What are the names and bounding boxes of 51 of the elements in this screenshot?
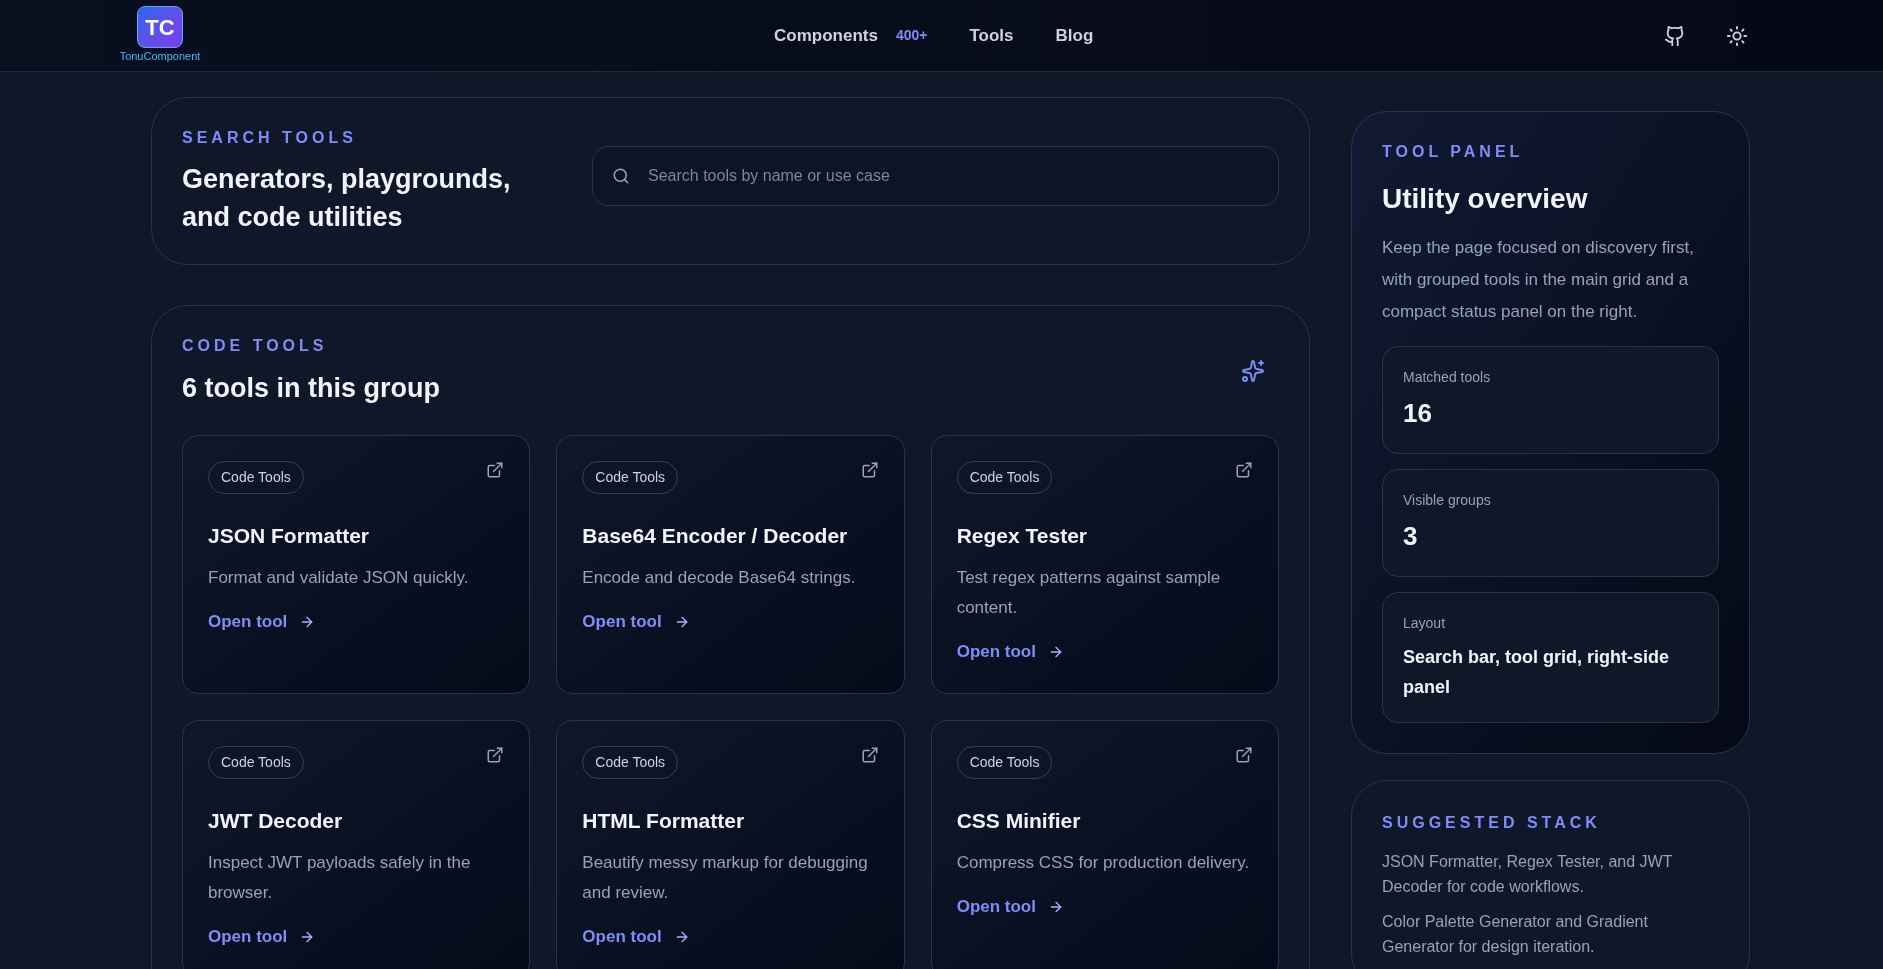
external-link-icon[interactable] — [1235, 460, 1253, 479]
external-link-icon[interactable] — [486, 745, 505, 764]
github-icon[interactable] — [1664, 24, 1686, 47]
stat-value: 3 — [1403, 520, 1419, 553]
external-link-icon[interactable] — [860, 460, 879, 479]
tool-title: HTML Formatter — [582, 807, 746, 834]
tool-title: CSS Minifier — [956, 807, 1082, 834]
stat-value: 16 — [1403, 397, 1433, 430]
tool-title: JWT Decoder — [208, 807, 344, 834]
section-label: TOOL PANEL — [1382, 142, 1525, 162]
suggestion-text: Color Palette Generator and Gradient Generator for design iteration. — [1382, 912, 1649, 957]
tool-description: Encode and decode Base64 strings. — [582, 567, 857, 589]
stat-value: Search bar, tool grid, right-side panel — [1403, 646, 1671, 699]
open-tool-link[interactable]: Open tool — [582, 924, 690, 950]
tool-description: Inspect JWT payloads safely in the browser. — [208, 852, 472, 904]
open-tool-link[interactable]: Open tool — [208, 924, 316, 950]
nav-link[interactable]: Tools — [969, 22, 1014, 49]
panel-description: Keep the page focused on discovery first, with grouped tools in the main grid and a compact status panel on the right. — [1382, 237, 1695, 323]
stat-label: Layout — [1403, 614, 1447, 633]
sparkles-icon — [1241, 359, 1265, 384]
tool-title: JSON Formatter — [208, 522, 371, 549]
logo-text: TonuComponent — [119, 49, 201, 65]
open-tool-link[interactable]: Open tool — [956, 639, 1064, 665]
external-link-icon[interactable] — [1235, 745, 1253, 764]
tool-title: Base64 Encoder / Decoder — [582, 522, 849, 549]
tool-description: Format and validate JSON quickly. — [208, 567, 470, 589]
tool-description: Compress CSS for production delivery. — [956, 852, 1251, 874]
tool-description: Beautify messy markup for debugging and review. — [582, 852, 869, 904]
search-icon — [612, 167, 630, 185]
search-field[interactable]: Search tools by name or use case — [592, 146, 1279, 206]
theme-toggle-icon[interactable] — [1726, 24, 1748, 47]
open-tool-link[interactable]: Open tool — [956, 894, 1064, 920]
section-title: 6 tools in this group — [182, 372, 440, 405]
count-label: 400+ — [895, 26, 928, 45]
external-link-icon[interactable] — [486, 460, 505, 479]
logo-mark[interactable]: TC — [137, 6, 183, 49]
tool-description: Test regex patterns against sample content. — [956, 567, 1222, 619]
open-tool-link[interactable]: Open tool — [208, 609, 316, 635]
open-tool-link[interactable]: Open tool — [582, 609, 690, 635]
section-label: SUGGESTED STACK — [1382, 813, 1602, 833]
stat-label: Matched tools — [1403, 368, 1492, 387]
panel-title: Utility overview — [1382, 182, 1589, 216]
external-link-icon[interactable] — [860, 745, 879, 764]
section-title: Generators, playgrounds, and code utilities — [182, 163, 512, 234]
nav-link[interactable]: Blog — [1055, 22, 1094, 49]
tool-title: Regex Tester — [956, 522, 1088, 549]
section-label: SEARCH TOOLS — [182, 128, 358, 148]
nav-link[interactable]: Components — [774, 22, 878, 49]
stat-label: Visible groups — [1403, 491, 1492, 510]
suggestion-text: JSON Formatter, Regex Tester, and JWT Decoder for code workflows. — [1382, 852, 1674, 897]
section-label: CODE TOOLS — [182, 336, 329, 356]
